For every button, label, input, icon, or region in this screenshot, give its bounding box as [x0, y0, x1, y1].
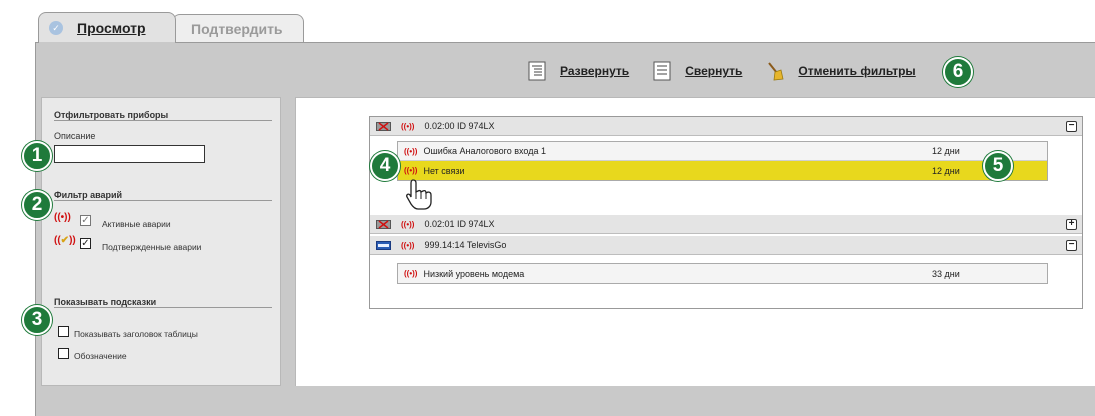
- device-name: 999.14:14 TelevisGo: [424, 240, 507, 250]
- divider: [54, 120, 272, 121]
- device-monitor-icon: [376, 240, 391, 250]
- device-disconnected-icon: [376, 121, 391, 131]
- acknowledged-alarms-label: Подтвержденные аварии: [102, 242, 202, 252]
- clear-filters-button[interactable]: Отменить фильтры: [766, 61, 916, 81]
- hints-title: Показывать подсказки: [54, 297, 157, 307]
- expand-button[interactable]: Развернуть: [528, 61, 629, 81]
- tab-view-label: Просмотр: [77, 20, 146, 36]
- device-disconnected-icon: [376, 219, 391, 229]
- alarm-list: ((•)) Низкий уровень модема 33 дни: [397, 263, 1048, 284]
- tab-confirm-label: Подтвердить: [191, 20, 283, 37]
- expand-icon: [528, 61, 546, 81]
- device-name: 0.02:01 ID 974LX: [424, 219, 495, 229]
- device-tree: ((•)) 0.02:00 ID 974LX − ((•)) Ошибка Ан…: [369, 116, 1083, 309]
- callout-badge-6: 6: [943, 57, 973, 87]
- alarm-signal-icon: ((•)): [401, 240, 415, 250]
- alarm-signal-icon: ((•)): [401, 219, 415, 229]
- alarm-signal-icon: ((•)): [401, 121, 415, 131]
- device-row[interactable]: ((•)) 0.02:00 ID 974LX −: [370, 117, 1082, 136]
- alarm-duration: 12 дни: [932, 165, 960, 176]
- broom-icon: [768, 62, 784, 81]
- alarm-duration: 33 дни: [932, 268, 960, 279]
- tab-confirm[interactable]: Подтвердить: [172, 14, 304, 42]
- divider: [54, 200, 272, 201]
- device-row[interactable]: ((•)) 999.14:14 TelevisGo −: [370, 236, 1082, 255]
- toolbar: Развернуть Свернуть Отменить фильтры: [528, 60, 940, 82]
- show-header-label: Показывать заголовок таблицы: [74, 329, 198, 339]
- callout-badge-3: 3: [22, 305, 52, 335]
- alarm-text: Низкий уровень модема: [423, 268, 525, 279]
- legend-label: Обозначение: [74, 351, 127, 361]
- collapse-button[interactable]: Свернуть: [653, 61, 742, 81]
- alarm-list: ((•)) Ошибка Аналогового входа 1 12 дни …: [397, 141, 1048, 181]
- alarm-filter-title: Фильтр аварий: [54, 190, 123, 200]
- callout-badge-5: 5: [983, 151, 1013, 181]
- tab-view[interactable]: ✓ Просмотр: [38, 12, 176, 45]
- device-filter-title: Отфильтровать приборы: [54, 110, 169, 120]
- collapse-label: Свернуть: [685, 64, 743, 78]
- alarm-row[interactable]: ((•)) Низкий уровень модема 33 дни: [398, 264, 1047, 283]
- expand-label: Развернуть: [560, 64, 630, 78]
- active-alarm-icon: ((•)): [54, 212, 71, 223]
- alarm-row[interactable]: ((•)) Ошибка Аналогового входа 1 12 дни: [398, 142, 1047, 161]
- acknowledged-alarm-icon: ((✔)): [54, 235, 76, 246]
- divider: [54, 307, 272, 308]
- alarm-row-selected[interactable]: ((•)) Нет связи 12 дни: [398, 161, 1047, 180]
- description-input[interactable]: [54, 145, 205, 163]
- alarm-signal-icon: ((•)): [404, 166, 418, 175]
- show-header-checkbox[interactable]: [58, 326, 69, 337]
- alarm-duration: 12 дни: [932, 146, 960, 156]
- hand-cursor-icon: [406, 179, 432, 210]
- alarm-signal-icon: ((•)): [404, 269, 418, 278]
- alarm-signal-icon: ((•)): [404, 146, 418, 156]
- alarm-text: Ошибка Аналогового входа 1: [423, 146, 546, 156]
- callout-badge-2: 2: [22, 190, 52, 220]
- active-alarms-label: Активные аварии: [102, 219, 171, 229]
- check-icon: ✓: [49, 21, 63, 35]
- device-row[interactable]: ((•)) 0.02:01 ID 974LX +: [370, 215, 1082, 234]
- collapse-icon: [653, 61, 671, 81]
- collapse-toggle[interactable]: −: [1066, 240, 1077, 251]
- filter-panel: Отфильтровать приборы Описание Фильтр ав…: [41, 97, 281, 386]
- collapse-toggle[interactable]: −: [1066, 121, 1077, 132]
- device-name: 0.02:00 ID 974LX: [424, 121, 495, 131]
- active-alarms-checkbox[interactable]: ✓: [80, 215, 91, 226]
- callout-badge-1: 1: [22, 141, 52, 171]
- legend-checkbox[interactable]: [58, 348, 69, 359]
- alarm-text: Нет связи: [423, 165, 465, 176]
- callout-badge-4: 4: [370, 151, 400, 181]
- description-label: Описание: [54, 131, 96, 141]
- acknowledged-alarms-checkbox[interactable]: ✓: [80, 238, 91, 249]
- clear-filters-label: Отменить фильтры: [798, 64, 916, 78]
- expand-toggle[interactable]: +: [1066, 219, 1077, 230]
